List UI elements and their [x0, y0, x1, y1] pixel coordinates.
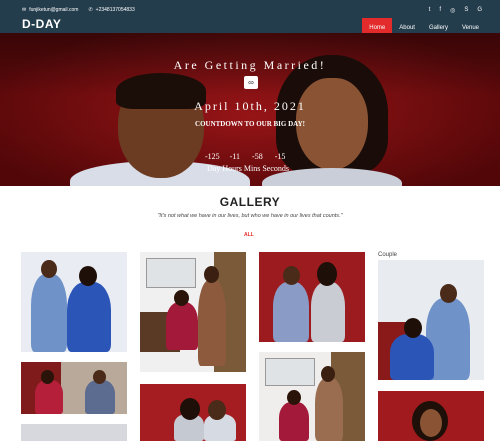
- timer-hours: -11: [229, 152, 241, 161]
- gallery-photo[interactable]: [21, 362, 127, 414]
- email-text: funjiketun@gmail.com: [29, 7, 79, 13]
- envelope-icon: ✉: [22, 7, 27, 13]
- filter-all[interactable]: ALL: [244, 232, 254, 238]
- timer-labels: Day Hours Mins Seconds: [207, 164, 289, 173]
- timer-secs: -15: [274, 152, 286, 161]
- gallery-photo[interactable]: [140, 252, 246, 372]
- phone-contact[interactable]: ✆ +2348137054833: [88, 7, 134, 13]
- timer-days: -125: [205, 152, 220, 161]
- brand-logo[interactable]: D-DAY: [22, 17, 61, 31]
- gallery-title: GALLERY: [219, 195, 281, 209]
- hero-headline: Are Getting Married!: [173, 58, 327, 72]
- timer-mins: -58: [252, 152, 263, 161]
- social-links: t f ◎ S G: [429, 7, 482, 14]
- gallery-photo[interactable]: [259, 352, 365, 441]
- google-plus-icon[interactable]: G: [477, 7, 482, 14]
- gallery-quote: "It's not what we have in our lives, but…: [157, 213, 343, 219]
- countdown-title: COUNTDOWN TO OUR BIG DAY!: [195, 120, 305, 128]
- phone-icon: ✆: [88, 7, 93, 13]
- gallery-photo[interactable]: [21, 252, 127, 352]
- wedding-date: April 10th, 2021: [194, 99, 306, 113]
- phone-text: +2348137054833: [95, 7, 135, 13]
- top-bar: ✉ funjiketun@gmail.com ✆ +2348137054833 t …: [0, 0, 500, 37]
- twitter-icon[interactable]: t: [429, 7, 431, 14]
- gallery-photo[interactable]: [378, 391, 484, 441]
- hero-banner: Are Getting Married! ∞ April 10th, 2021 …: [0, 33, 500, 186]
- skype-icon[interactable]: S: [464, 7, 468, 14]
- gallery-photo[interactable]: [21, 424, 127, 441]
- facebook-icon[interactable]: f: [439, 7, 441, 14]
- countdown-timer: -125 -11 -58 -15: [205, 152, 285, 161]
- category-label-couple: Couple: [378, 252, 398, 258]
- email-contact[interactable]: ✉ funjiketun@gmail.com: [22, 7, 78, 13]
- gallery-photo[interactable]: [140, 384, 246, 441]
- contact-info: ✉ funjiketun@gmail.com ✆ +2348137054833: [22, 7, 135, 13]
- gallery-photo[interactable]: [378, 260, 484, 380]
- gallery-photo[interactable]: [259, 252, 365, 342]
- rings-icon: ∞: [244, 76, 258, 89]
- instagram-icon[interactable]: ◎: [450, 7, 455, 14]
